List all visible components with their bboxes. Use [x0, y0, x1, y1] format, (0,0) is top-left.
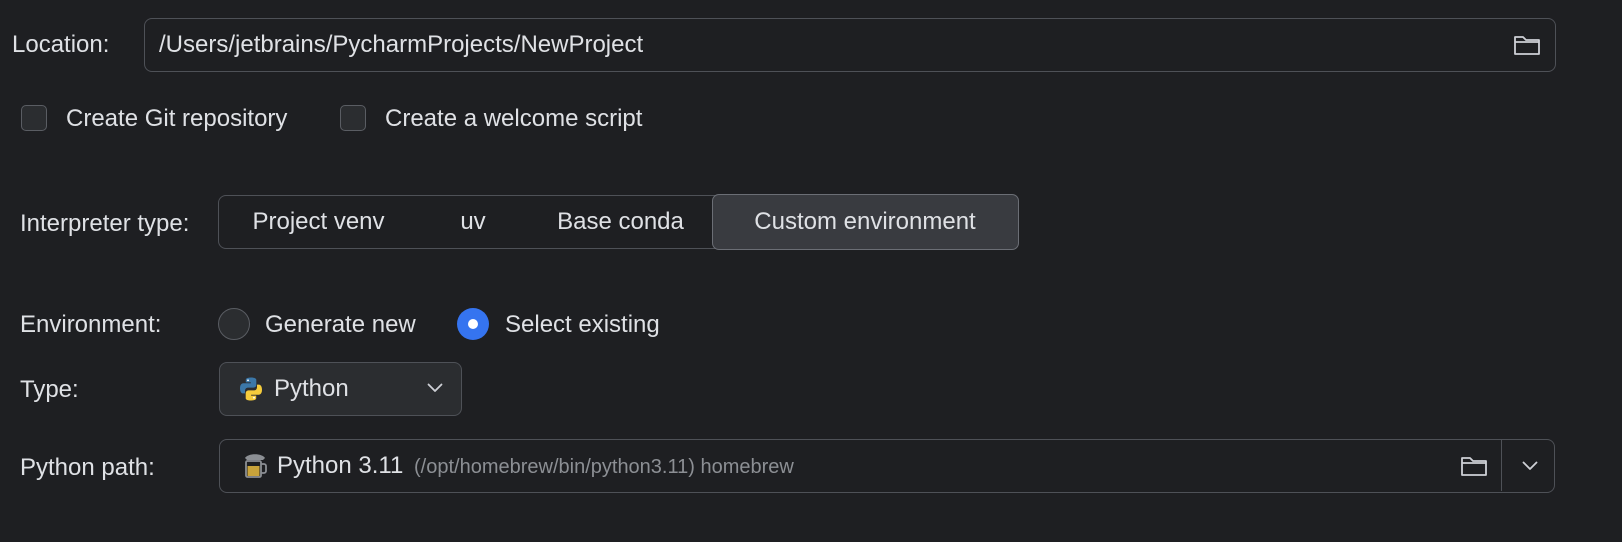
tab-uv[interactable]: uv [418, 196, 528, 248]
git-checkbox[interactable] [21, 105, 47, 131]
tab-project-venv[interactable]: Project venv [219, 196, 418, 248]
type-dropdown[interactable]: Python [219, 362, 462, 416]
generate-new-radio[interactable] [218, 308, 250, 340]
tab-base-conda[interactable]: Base conda [528, 196, 713, 248]
location-value: /Users/jetbrains/PycharmProjects/NewProj… [159, 31, 644, 58]
python-version: Python 3.11 [277, 452, 404, 479]
homebrew-icon [242, 452, 268, 480]
tab-custom-environment[interactable]: Custom environment [711, 194, 1019, 250]
welcome-script-checkbox[interactable] [340, 105, 366, 131]
type-value: Python [274, 375, 349, 402]
welcome-script-checkbox-label: Create a welcome script [385, 105, 643, 132]
python-path-field[interactable]: Python 3.11 (/opt/homebrew/bin/python3.1… [219, 439, 1555, 493]
location-label: Location: [12, 31, 110, 58]
generate-new-label: Generate new [265, 311, 416, 338]
chevron-down-icon[interactable] [1522, 461, 1538, 471]
interpreter-type-segmented: Project venv uv Base conda Custom enviro… [218, 194, 1019, 250]
field-divider [1500, 440, 1502, 491]
interpreter-type-label: Interpreter type: [20, 210, 190, 237]
select-existing-radio[interactable] [457, 308, 489, 340]
location-field[interactable]: /Users/jetbrains/PycharmProjects/NewProj… [144, 18, 1556, 72]
git-checkbox-label: Create Git repository [66, 105, 288, 132]
python-icon [238, 376, 264, 402]
environment-label: Environment: [20, 311, 162, 338]
select-existing-label: Select existing [505, 311, 660, 338]
python-path-detail: (/opt/homebrew/bin/python3.11) homebrew [414, 456, 794, 478]
python-path-value: Python 3.11 (/opt/homebrew/bin/python3.1… [277, 451, 794, 482]
type-label: Type: [20, 376, 79, 403]
chevron-down-icon [427, 383, 443, 393]
python-path-label: Python path: [20, 454, 155, 481]
folder-icon[interactable] [1460, 454, 1488, 478]
folder-icon[interactable] [1513, 33, 1541, 57]
